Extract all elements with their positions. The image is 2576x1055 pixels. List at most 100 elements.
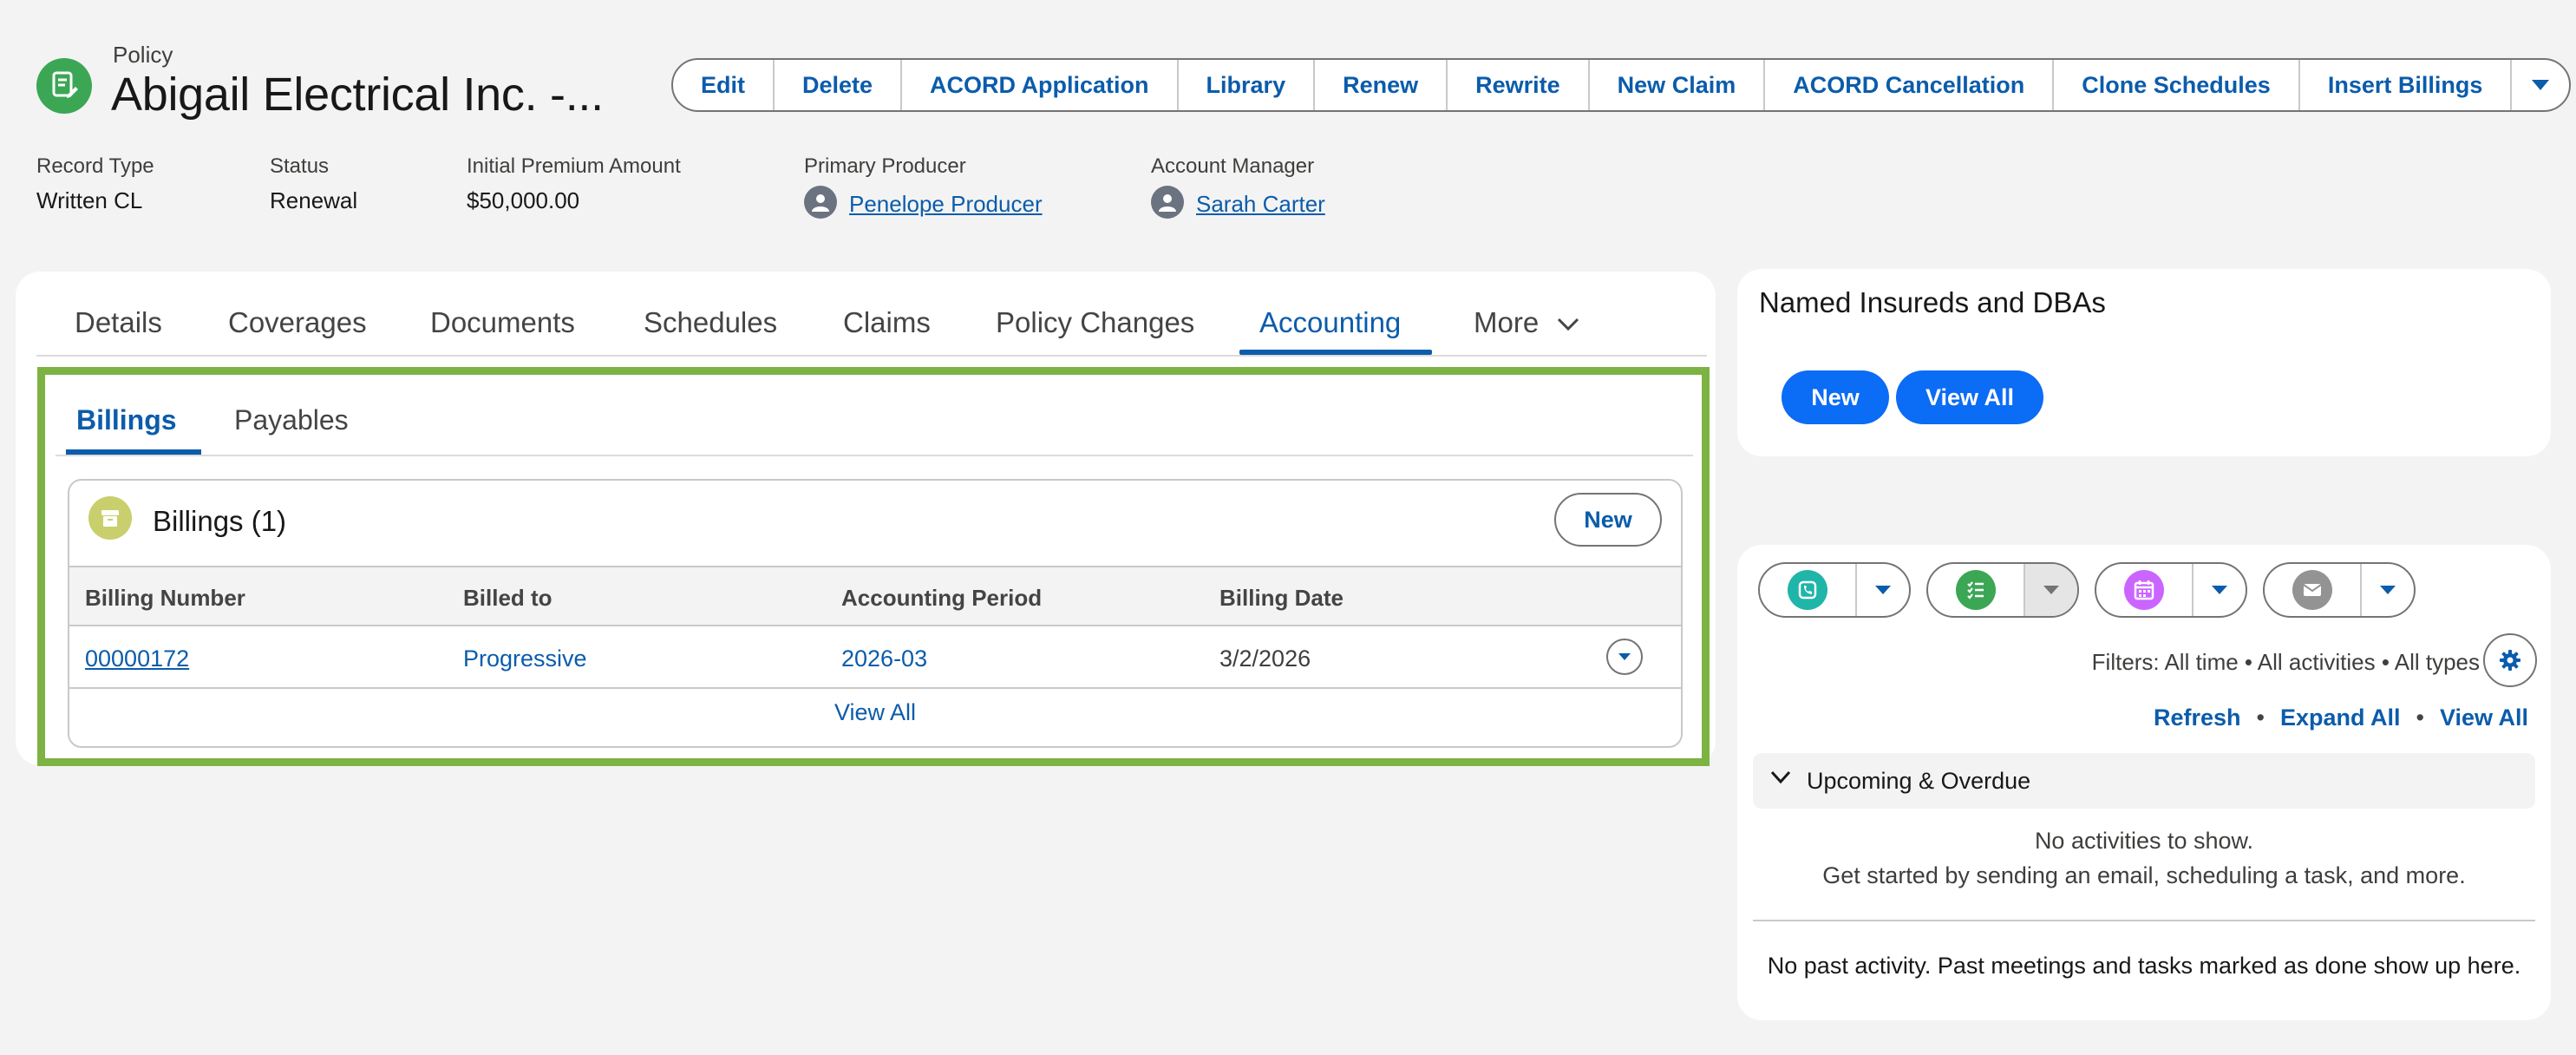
- header-action-group: Edit Delete ACORD Application Library Re…: [671, 58, 2572, 112]
- accounting-period-link[interactable]: 2026-03: [841, 645, 927, 672]
- new-billing-button[interactable]: New: [1554, 493, 1662, 547]
- new-named-insured-button[interactable]: New: [1782, 370, 1889, 424]
- billing-icon: [88, 496, 132, 540]
- upcoming-overdue-section[interactable]: Upcoming & Overdue: [1753, 753, 2535, 809]
- refresh-link[interactable]: Refresh: [2154, 704, 2241, 731]
- record-type-value: Written CL: [36, 187, 143, 213]
- email-dropdown[interactable]: [2362, 564, 2414, 616]
- billings-view-all-link[interactable]: View All: [69, 699, 1681, 726]
- producer-link[interactable]: Penelope Producer: [849, 191, 1043, 218]
- user-avatar-icon: [1151, 186, 1184, 219]
- library-button[interactable]: Library: [1179, 60, 1316, 110]
- tab-claims[interactable]: Claims: [843, 306, 931, 339]
- accounting-subtabs: Billings Payables: [56, 380, 1693, 456]
- status-field: Status Renewal: [270, 154, 357, 214]
- chevron-down-icon: [2212, 586, 2227, 594]
- new-task-button[interactable]: [1928, 564, 2025, 616]
- new-event-button-group: [2095, 562, 2247, 618]
- column-header-billing-date[interactable]: Billing Date: [1219, 585, 1344, 612]
- active-subtab-indicator: [66, 449, 201, 455]
- manager-label: Account Manager: [1151, 154, 1315, 178]
- calendar-icon: [2124, 570, 2164, 610]
- tab-details[interactable]: Details: [75, 306, 162, 339]
- new-event-button[interactable]: [2096, 564, 2194, 616]
- chevron-down-icon: [2380, 586, 2396, 594]
- tab-more-label: More: [1474, 306, 1540, 338]
- activity-view-all-link[interactable]: View All: [2440, 704, 2528, 731]
- chevron-down-icon: [2532, 80, 2550, 90]
- producer-label: Primary Producer: [804, 154, 966, 178]
- status-value: Renewal: [270, 187, 358, 213]
- status-label: Status: [270, 154, 330, 178]
- main-record-card: Details Coverages Documents Schedules Cl…: [16, 272, 1716, 766]
- billed-to-link[interactable]: Progressive: [463, 645, 587, 672]
- insert-billings-button[interactable]: Insert Billings: [2300, 60, 2513, 110]
- email-icon: [2292, 570, 2332, 610]
- more-actions-button[interactable]: [2512, 60, 2569, 110]
- policy-icon: [36, 58, 92, 114]
- acord-cancellation-button[interactable]: ACORD Cancellation: [1765, 60, 2055, 110]
- log-call-dropdown[interactable]: [1857, 564, 1909, 616]
- upcoming-overdue-label: Upcoming & Overdue: [1807, 768, 2031, 794]
- email-button[interactable]: [2265, 564, 2362, 616]
- record-header: Policy Abigail Electrical Inc. -... Edit…: [0, 0, 2576, 252]
- tab-schedules[interactable]: Schedules: [644, 306, 777, 339]
- premium-label: Initial Premium Amount: [467, 154, 681, 178]
- new-claim-button[interactable]: New Claim: [1590, 60, 1766, 110]
- record-type-label: Record Type: [36, 154, 154, 178]
- delete-button[interactable]: Delete: [775, 60, 903, 110]
- log-call-button-group: [1758, 562, 1911, 618]
- user-avatar-icon: [804, 186, 837, 219]
- tab-more[interactable]: More: [1474, 306, 1579, 339]
- chevron-down-icon: [1558, 318, 1579, 331]
- column-header-billing-number[interactable]: Billing Number: [85, 585, 245, 612]
- view-all-named-insureds-button[interactable]: View All: [1896, 370, 2043, 424]
- subtab-billings[interactable]: Billings: [76, 404, 177, 436]
- column-header-billed-to[interactable]: Billed to: [463, 585, 552, 612]
- new-task-dropdown[interactable]: [2025, 564, 2077, 616]
- separator-dot: •: [2256, 704, 2265, 731]
- tab-accounting[interactable]: Accounting: [1259, 306, 1401, 339]
- producer-field: Primary Producer Penelope Producer: [804, 154, 1043, 220]
- edit-button[interactable]: Edit: [673, 60, 775, 110]
- clone-schedules-button[interactable]: Clone Schedules: [2054, 60, 2300, 110]
- gear-icon: [2500, 650, 2520, 671]
- table-row: 00000172 Progressive 2026-03 3/2/2026: [69, 626, 1681, 689]
- tab-coverages[interactable]: Coverages: [228, 306, 367, 339]
- activity-filters-text: Filters: All time • All activities • All…: [2091, 649, 2480, 675]
- email-button-group: [2263, 562, 2416, 618]
- activity-timeline-card: Filters: All time • All activities • All…: [1737, 545, 2551, 1020]
- tab-documents[interactable]: Documents: [430, 306, 575, 339]
- highlight-frame: Billings Payables Billings (1) New Billi…: [37, 367, 1710, 766]
- subtab-payables[interactable]: Payables: [234, 404, 349, 436]
- record-tabs: Details Coverages Documents Schedules Cl…: [36, 272, 1707, 357]
- new-event-dropdown[interactable]: [2194, 564, 2246, 616]
- activity-settings-button[interactable]: [2483, 633, 2537, 687]
- premium-field: Initial Premium Amount $50,000.00: [467, 154, 681, 214]
- divider: [1753, 920, 2535, 921]
- record-type-field: Record Type Written CL: [36, 154, 154, 214]
- chevron-down-icon: [1875, 586, 1891, 594]
- expand-all-link[interactable]: Expand All: [2280, 704, 2401, 731]
- new-task-button-group: [1926, 562, 2079, 618]
- column-header-accounting-period[interactable]: Accounting Period: [841, 585, 1042, 612]
- rewrite-button[interactable]: Rewrite: [1448, 60, 1590, 110]
- activity-links: Refresh • Expand All • View All: [2154, 704, 2528, 731]
- manager-link[interactable]: Sarah Carter: [1196, 191, 1325, 218]
- chevron-down-icon: [1618, 653, 1631, 660]
- get-started-text: Get started by sending an email, schedul…: [1822, 862, 2466, 888]
- billings-list-title: Billings (1): [153, 505, 287, 537]
- named-insureds-card: Named Insureds and DBAs New View All: [1737, 269, 2551, 456]
- separator-dot: •: [2416, 704, 2424, 731]
- object-type-label: Policy: [113, 42, 173, 68]
- tab-policy-changes[interactable]: Policy Changes: [996, 306, 1194, 339]
- renew-button[interactable]: Renew: [1315, 60, 1448, 110]
- past-activity-text: No past activity. Past meetings and task…: [1767, 953, 2521, 979]
- page-title: Abigail Electrical Inc. -...: [111, 69, 604, 121]
- log-call-button[interactable]: [1760, 564, 1857, 616]
- acord-application-button[interactable]: ACORD Application: [902, 60, 1179, 110]
- billing-number-link[interactable]: 00000172: [85, 645, 189, 672]
- billings-related-list: Billings (1) New Billing Number Billed t…: [68, 479, 1683, 748]
- chevron-down-icon: [2043, 586, 2059, 594]
- row-actions-button[interactable]: [1606, 639, 1643, 675]
